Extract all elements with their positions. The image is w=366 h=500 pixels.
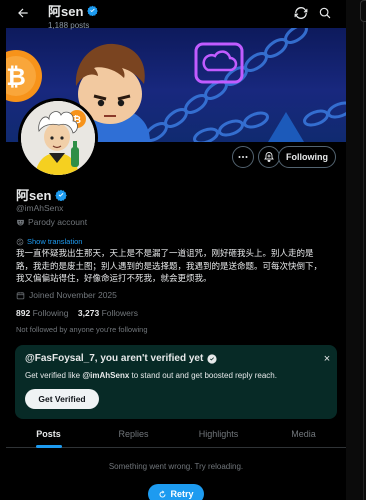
not-followed-note: Not followed by anyone you're following (16, 325, 148, 334)
bio-line: 我又偏偏站得住，好像命运打不死我，就会更烦我。 (16, 274, 212, 284)
tab-media[interactable]: Media (261, 422, 346, 447)
show-translation-text[interactable]: Show translation (27, 237, 82, 246)
back-arrow-icon[interactable] (16, 6, 30, 20)
refresh-icon[interactable] (294, 6, 308, 20)
retry-label[interactable]: Retry (170, 489, 193, 499)
svg-text:₿: ₿ (6, 63, 26, 91)
close-icon[interactable]: × (321, 353, 333, 365)
get-verified-button[interactable]: Get Verified (25, 389, 99, 409)
verify-desc-handle: @imAhSenx (82, 371, 130, 380)
subscribe-icon (264, 152, 274, 162)
profile-name: 阿sen (16, 185, 68, 204)
tab-replies[interactable]: Replies (91, 422, 176, 447)
verify-card-title: @FasFoysal_7, you aren't verified yet (25, 353, 217, 364)
profile-bio: 我一直怀疑我出生那天，天上是不是漏了一道诅咒，刚好砸我头上。别人走的是 路，我走… (16, 248, 338, 286)
joined-text: Joined November 2025 (29, 290, 117, 300)
profile-tabs: Posts Replies Highlights Media (6, 422, 346, 448)
following-label: Following (32, 308, 69, 318)
top-bar: 阿sen 1,188 posts (6, 0, 346, 30)
verify-card-title-text: @FasFoysal_7, you aren't verified yet (25, 353, 204, 364)
subscribe-button[interactable] (258, 146, 280, 168)
more-button[interactable] (232, 146, 254, 168)
avatar-illustration: ₿ (21, 101, 95, 175)
verified-badge-icon[interactable] (55, 189, 68, 201)
window-edge (346, 0, 366, 500)
profile-avatar[interactable]: ₿ (18, 98, 98, 178)
verify-desc-prefix: Get verified like (25, 371, 83, 380)
tab-highlights[interactable]: Highlights (176, 422, 261, 447)
display-name: 阿sen (16, 188, 52, 203)
header-title-box: 阿sen 1,188 posts (48, 1, 99, 30)
joined-date: Joined November 2025 (16, 290, 117, 300)
followers-link[interactable]: 3,273 Followers (78, 308, 138, 318)
verify-card-description: Get verified like @imAhSenx to stand out… (25, 371, 277, 380)
profile-handle: @imAhSenx (16, 203, 64, 213)
following-count: 892 (16, 308, 31, 318)
profile-screen: 阿sen 1,188 posts ₿ ₿ Following 阿sen @imA… (6, 0, 346, 500)
parody-text: Parody account (28, 217, 88, 227)
following-button[interactable]: Following (278, 146, 336, 168)
more-icon (238, 156, 248, 158)
retry-button[interactable]: Retry (148, 484, 204, 500)
parody-label: Parody account (16, 217, 87, 227)
header-name: 阿sen (48, 4, 84, 19)
verified-badge-icon (207, 353, 217, 364)
bio-line: 我一直怀疑我出生那天，天上是不是漏了一道诅咒，刚好砸我头上。别人走的是 (16, 249, 314, 259)
verify-prompt-card: @FasFoysal_7, you aren't verified yet × … (15, 345, 337, 419)
follow-stats: 892 Following 3,273 Followers (16, 308, 138, 318)
parody-mask-icon (17, 219, 24, 225)
calendar-icon (16, 291, 25, 299)
following-link[interactable]: 892 Following (16, 308, 68, 318)
followers-count: 3,273 (77, 308, 100, 318)
tab-posts[interactable]: Posts (6, 422, 91, 447)
bio-line: 路，我走的是废土图；别人遇到的是选择题，我遇到的是送命题。可每次快倒下， (16, 261, 323, 272)
feed-error-message: Something went wrong. Try reloading. (108, 462, 244, 471)
show-translation-link[interactable]: Show translation (16, 237, 82, 246)
search-icon[interactable] (318, 6, 332, 20)
followers-label: Followers (101, 308, 138, 318)
verified-badge-icon (87, 5, 99, 16)
retry-icon (159, 489, 166, 497)
translate-icon (16, 238, 24, 245)
verify-desc-suffix: to stand out and get boosted reply reach… (129, 371, 277, 380)
posts-count: 1,188 posts (48, 21, 90, 30)
header-title: 阿sen (48, 1, 99, 20)
